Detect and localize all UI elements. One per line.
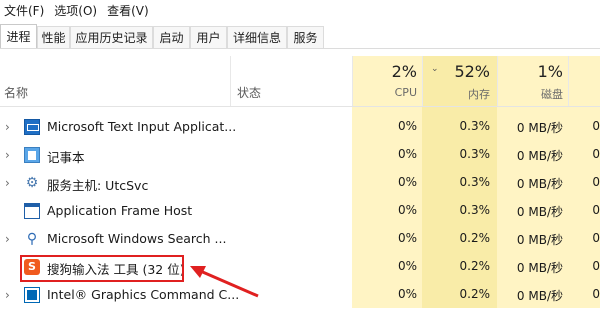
- annotation-arrow: [190, 266, 259, 298]
